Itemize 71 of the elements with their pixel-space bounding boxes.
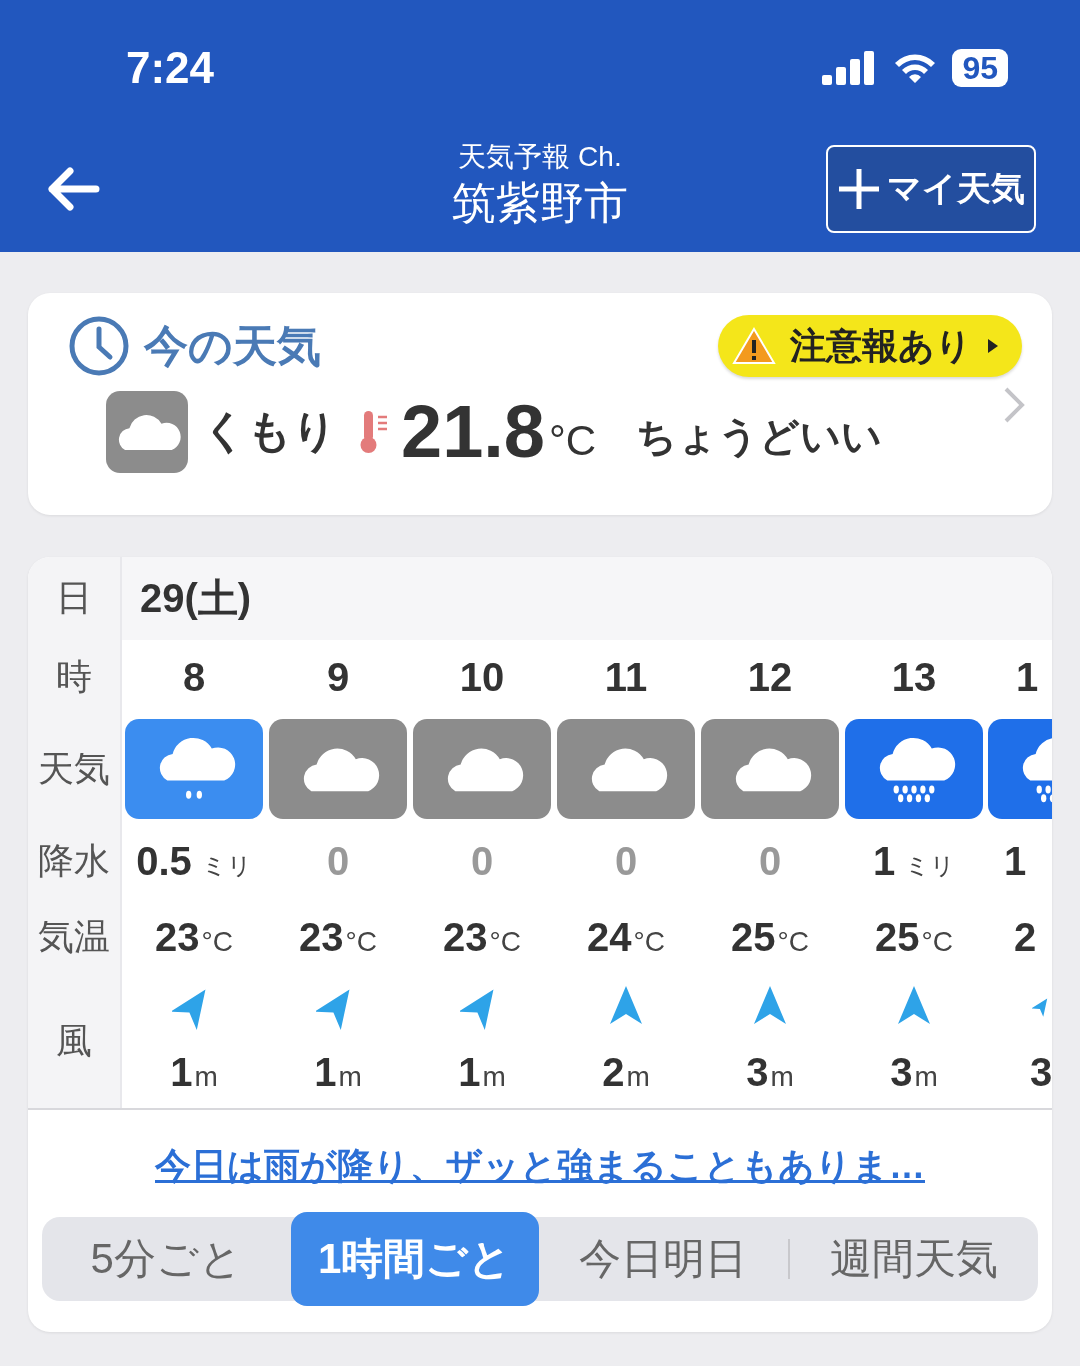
row-label: 気温 (37, 915, 111, 959)
interval-tab[interactable]: 5分ごと (42, 1217, 291, 1301)
wind-speed-value: 1 (458, 1050, 481, 1095)
wind-speed-unit: m (194, 1060, 218, 1093)
status-time: 7:24 (126, 42, 215, 93)
row-label: 降水 (37, 839, 111, 883)
wind-speed-value: 2 (602, 1050, 625, 1095)
current-temperature: 21.8 (401, 389, 546, 474)
wind-speed-unit: m (338, 1060, 362, 1093)
temperature-value: 25 (731, 915, 776, 960)
temperature-value: 23 (299, 915, 344, 960)
precipitation-value: 0 (758, 839, 782, 884)
temperature-unit: °C (201, 925, 233, 958)
wind-speed-value: 3 (890, 1050, 913, 1095)
hour-label: 11 (604, 655, 648, 700)
interval-tab[interactable]: 1時間ごと (290, 1212, 539, 1306)
city-title: 筑紫野市 (452, 177, 628, 229)
comfort-label: ちょうどいい (636, 413, 883, 460)
interval-tab[interactable]: 今日明日 (539, 1217, 788, 1301)
temperature-value: 24 (587, 915, 632, 960)
precipitation-value: 0.5 (136, 839, 192, 884)
wind-speed-unit: m (482, 1060, 506, 1093)
add-my-weather-button[interactable]: マイ天気 (826, 144, 1036, 233)
temperature-unit: °C (633, 925, 665, 958)
alert-badge[interactable]: 注意報あり (718, 315, 1022, 377)
wind-speed-unit: m (770, 1060, 794, 1093)
precipitation-value: 0 (470, 839, 494, 884)
temperature-value: 23 (155, 915, 200, 960)
caret-icon (986, 337, 1000, 355)
row-label: 時 (55, 655, 93, 699)
precipitation-value: 0 (326, 839, 350, 884)
temperature-value: 23 (443, 915, 488, 960)
app-subtitle: 天気予報 Ch. (458, 140, 622, 174)
current-weather-title: 今の天気 (144, 319, 321, 372)
row-label: 天気 (37, 746, 111, 791)
wind-speed-unit: m (626, 1060, 650, 1093)
forecast-summary-link[interactable]: 今日は雨が降り、ザッと強まることもありま… (28, 1142, 1052, 1191)
interval-tab[interactable]: 週間天気 (789, 1217, 1038, 1301)
temperature-value: 2 (1014, 915, 1037, 960)
hour-label: 12 (747, 655, 793, 700)
hour-label: 8 (182, 655, 206, 700)
chevron-right-icon (1002, 385, 1026, 425)
condition-label: くもり (202, 405, 337, 457)
wind-speed-value: 1 (170, 1050, 193, 1095)
clock-icon (68, 315, 130, 377)
temperature-unit: °C (489, 925, 521, 958)
hour-label: 9 (326, 655, 350, 700)
precipitation-unit: ミリ (905, 850, 956, 881)
temperature-unit: °C (345, 925, 377, 958)
precipitation-unit: ミリ (201, 850, 252, 881)
row-label: 日 (55, 576, 93, 620)
plus-icon (837, 166, 881, 211)
hour-label: 13 (891, 655, 937, 700)
thermometer-icon (359, 408, 389, 455)
wind-speed-value: 1 (314, 1050, 337, 1095)
precipitation-value: 0 (614, 839, 638, 884)
hour-label: 10 (459, 655, 505, 700)
temperature-unit: °C (777, 925, 809, 958)
date-label: 29(土) (140, 575, 252, 622)
battery-indicator: 95 (952, 48, 1008, 87)
wind-speed-value: 3 (746, 1050, 769, 1095)
warning-icon (732, 326, 776, 366)
temperature-unit: °C (549, 416, 597, 465)
row-label: 風 (55, 1019, 93, 1063)
temperature-unit: °C (921, 925, 953, 958)
wind-speed-value: 3 (1030, 1050, 1052, 1095)
precipitation-value: 1 (872, 839, 896, 884)
temperature-value: 25 (875, 915, 920, 960)
hour-label: 1 (1016, 655, 1039, 700)
wind-speed-unit: m (914, 1060, 938, 1093)
precipitation-value: 1 (1004, 839, 1027, 884)
